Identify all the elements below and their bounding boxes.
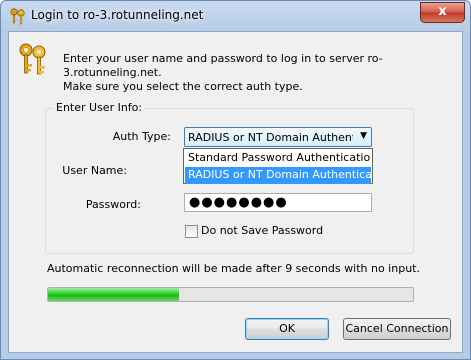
auth-option-standard[interactable]: Standard Password Authentication [185,150,371,167]
intro-line-1: Enter your user name and password to log… [63,52,383,79]
auth-type-value: RADIUS or NT Domain Authentication [188,131,353,144]
chevron-down-icon[interactable]: ▼ [360,131,367,141]
user-name-label: User Name: [62,164,127,177]
keys-icon [10,8,25,25]
password-mask: ●●●●●●●● [189,195,288,210]
auth-option-radius[interactable]: RADIUS or NT Domain Authentication [185,167,371,184]
dialog-body: Enter your user name and password to log… [8,31,463,353]
ok-button[interactable]: OK [245,318,329,340]
reconnect-progress [47,287,414,302]
password-field[interactable]: ●●●●●●●● [184,193,372,212]
progress-fill [48,288,180,301]
cancel-connection-button[interactable]: Cancel Connection [343,318,451,340]
reconnect-text: Automatic reconnection will be made afte… [47,262,420,275]
no-save-checkbox[interactable] [185,225,198,238]
window-title: Login to ro-3.rotunneling.net [31,8,204,22]
login-dialog: Login to ro-3.rotunneling.net x Enter yo… [0,0,471,360]
intro-text: Enter your user name and password to log… [63,52,462,94]
no-save-label[interactable]: Do not Save Password [201,224,323,237]
close-icon: x [438,4,447,19]
password-label: Password: [85,198,141,211]
auth-type-dropdown[interactable]: RADIUS or NT Domain Authentication ▼ [184,127,372,147]
close-button[interactable]: x [420,2,465,23]
auth-type-label: Auth Type: [112,130,171,143]
intro-line-2: Make sure you select the correct auth ty… [63,80,303,93]
auth-type-listbox[interactable]: Standard Password Authentication RADIUS … [183,148,373,184]
title-bar[interactable]: Login to ro-3.rotunneling.net x [1,1,470,31]
group-legend: Enter User Info: [53,101,146,114]
keys-icon [19,43,46,75]
